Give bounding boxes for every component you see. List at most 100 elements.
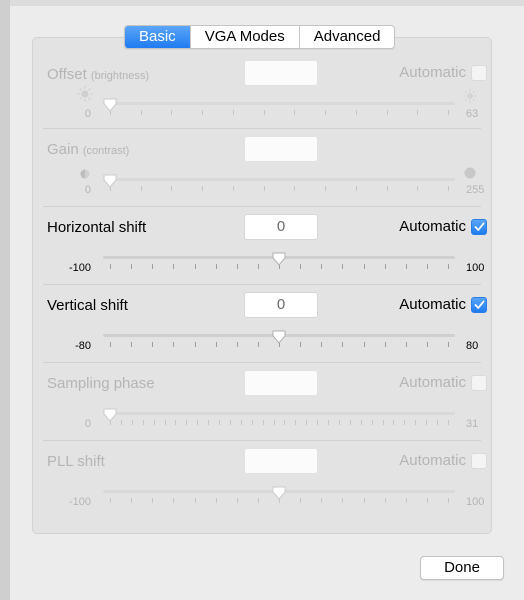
slider-tick (240, 420, 242, 425)
pll-shift-label: PLL shift (47, 453, 105, 470)
pll-shift-slider-thumb[interactable] (272, 486, 286, 500)
slider-tick (328, 420, 330, 425)
gain-slider-track[interactable] (103, 178, 455, 181)
offset-automatic[interactable]: Automatic (399, 64, 487, 81)
offset-slider-track[interactable] (103, 102, 455, 105)
vertical-shift-automatic-label: Automatic (399, 296, 466, 313)
sampling-phase-slider-ticks (103, 420, 455, 426)
slider-tick (325, 186, 327, 191)
tab-bar: Basic VGA Modes Advanced (124, 25, 396, 49)
sampling-phase-slider-track[interactable] (103, 412, 455, 415)
tab-vga-modes[interactable]: VGA Modes (189, 26, 299, 48)
contrast-small-icon (77, 166, 93, 182)
slider-tick (382, 420, 384, 425)
vertical-shift-value-field[interactable]: 0 (244, 292, 318, 318)
slider-tick (284, 420, 286, 425)
slider-tick (386, 110, 388, 115)
gain-sub-label: (contrast) (82, 145, 130, 157)
horizontal-shift-min-label: -100 (68, 262, 91, 274)
slider-tick (405, 342, 407, 347)
vertical-shift-automatic-checkbox[interactable] (471, 296, 487, 313)
slider-tick (257, 342, 259, 347)
slider-tick (384, 264, 386, 269)
slider-tick (175, 420, 177, 425)
slider-tick (173, 498, 175, 503)
slider-tick (171, 110, 173, 115)
slider-tick (202, 110, 204, 115)
sampling-phase-slider-thumb[interactable] (103, 408, 117, 422)
display-settings-window: Basic VGA Modes Advanced Offset (brightn… (0, 0, 524, 600)
sampling-phase-max-label: 31 (466, 418, 479, 430)
offset-min-label: 0 (84, 108, 91, 120)
slider-tick (173, 264, 175, 269)
slider-tick (363, 264, 365, 269)
done-button[interactable]: Done (420, 556, 504, 580)
slider-tick (405, 264, 407, 269)
slider-tick (384, 498, 386, 503)
slider-tick (448, 186, 449, 191)
slider-tick (194, 264, 196, 269)
gain-value-field[interactable] (244, 136, 318, 162)
slider-tick (448, 264, 449, 269)
offset-section: Offset (brightness) Automatic 0 63 (33, 58, 491, 128)
slider-tick (349, 420, 351, 425)
slider-tick (110, 342, 111, 347)
horizontal-shift-label: Horizontal shift (47, 219, 147, 236)
offset-automatic-label: Automatic (399, 64, 466, 81)
vertical-shift-min-label: -80 (75, 340, 91, 352)
gain-slider-thumb[interactable] (103, 174, 117, 188)
slider-tick (171, 186, 173, 191)
horizontal-shift-slider-thumb[interactable] (272, 252, 286, 266)
slider-tick (140, 186, 142, 191)
vertical-shift-slider-thumb[interactable] (272, 330, 286, 344)
offset-slider-thumb[interactable] (103, 98, 117, 112)
slider-tick (257, 264, 259, 269)
separator (43, 440, 481, 441)
offset-value-field[interactable] (244, 60, 318, 86)
slider-tick (448, 110, 449, 115)
pll-shift-automatic[interactable]: Automatic (399, 452, 487, 469)
sampling-phase-automatic[interactable]: Automatic (399, 374, 487, 391)
offset-max-label: 63 (466, 108, 479, 120)
horizontal-shift-section: Horizontal shift 0 Automatic -100 100 (33, 212, 491, 282)
vertical-shift-automatic[interactable]: Automatic (399, 296, 487, 313)
horizontal-shift-automatic-label: Automatic (399, 218, 466, 235)
sun-small-icon (77, 86, 93, 102)
slider-tick (426, 420, 428, 425)
slider-tick (384, 342, 386, 347)
slider-tick (236, 264, 238, 269)
offset-automatic-checkbox[interactable] (471, 64, 487, 81)
slider-tick (295, 420, 297, 425)
horizontal-shift-automatic[interactable]: Automatic (399, 218, 487, 235)
settings-panel: Offset (brightness) Automatic 0 63 Gain (32, 37, 492, 534)
sampling-phase-label: Sampling phase (47, 375, 155, 392)
offset-sub-label: (brightness) (90, 70, 149, 82)
slider-tick (386, 186, 388, 191)
slider-tick (257, 498, 259, 503)
horizontal-shift-max-label: 100 (466, 262, 485, 274)
tab-basic[interactable]: Basic (125, 26, 190, 48)
slider-tick (294, 110, 296, 115)
slider-tick (404, 420, 406, 425)
offset-slider-ticks (103, 110, 455, 116)
slider-tick (229, 420, 231, 425)
gain-min-label: 0 (84, 184, 91, 196)
slider-tick (300, 342, 302, 347)
slider-tick (197, 420, 199, 425)
sampling-phase-min-label: 0 (84, 418, 91, 430)
slider-tick (152, 264, 154, 269)
slider-tick (215, 498, 217, 503)
slider-tick (363, 342, 365, 347)
horizontal-shift-value-field[interactable]: 0 (244, 214, 318, 240)
gain-label: Gain (contrast) (47, 141, 130, 158)
slider-tick (321, 498, 323, 503)
slider-tick (131, 264, 133, 269)
sampling-phase-automatic-checkbox[interactable] (471, 374, 487, 391)
tab-advanced[interactable]: Advanced (298, 26, 395, 48)
slider-tick (208, 420, 210, 425)
pll-shift-automatic-checkbox[interactable] (471, 452, 487, 469)
horizontal-shift-automatic-checkbox[interactable] (471, 218, 487, 235)
pll-shift-value-field[interactable] (244, 448, 318, 474)
sampling-phase-value-field[interactable] (244, 370, 318, 396)
slider-tick (263, 110, 265, 115)
